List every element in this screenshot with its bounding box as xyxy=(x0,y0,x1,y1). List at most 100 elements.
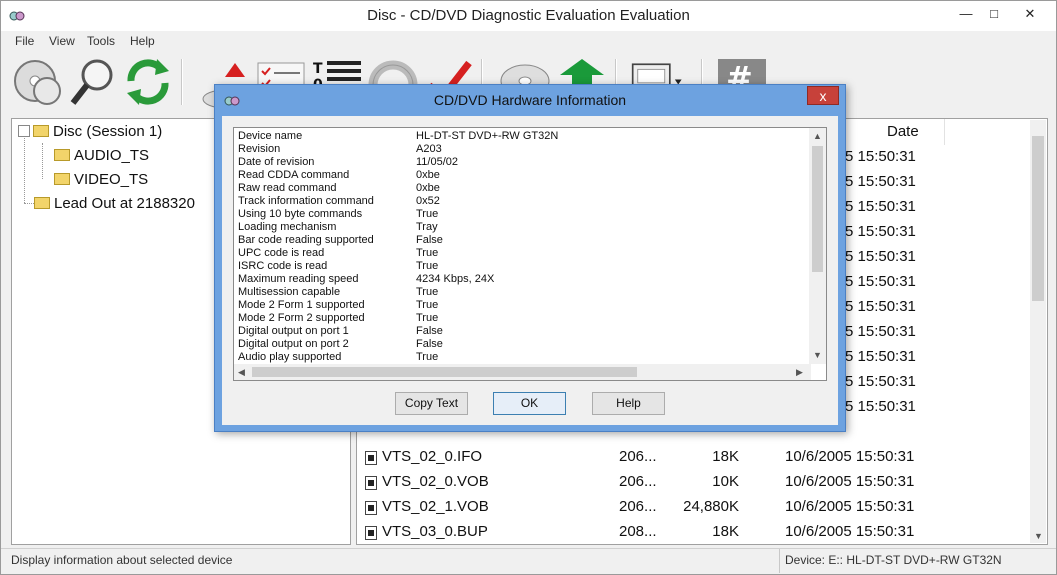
cell-size: 24,880K xyxy=(683,498,739,515)
ok-button[interactable]: OK xyxy=(493,392,566,415)
info-row: UPC code is read True xyxy=(234,247,809,260)
vertical-scrollbar[interactable]: ▼ xyxy=(1030,120,1046,543)
info-value: False xyxy=(416,325,443,337)
info-value: True xyxy=(416,299,439,311)
hardware-info-list[interactable]: Device name HL-DT-ST DVD+-RW GT32N Revisio… xyxy=(233,127,827,381)
info-key: Raw read command xyxy=(238,182,337,194)
cell-name: VTS_02_0.IFO xyxy=(382,448,483,465)
info-horizontal-scrollbar[interactable]: ◀ ▶ xyxy=(234,364,811,380)
scrollbar-thumb[interactable] xyxy=(812,146,823,272)
close-button[interactable]: ✕ xyxy=(1007,1,1053,29)
scroll-down-icon[interactable]: ▼ xyxy=(1034,531,1043,541)
refresh-icon[interactable] xyxy=(121,55,175,109)
info-key: Mode 2 Form 2 supported xyxy=(238,312,365,324)
info-key: Using 10 byte commands xyxy=(238,208,363,220)
cell-date: 10/6/2005 15:50:31 xyxy=(785,523,915,540)
title-bar: Disc - CD/DVD Diagnostic Evaluation Eval… xyxy=(1,1,1056,31)
cell-date: 10/6/2005 15:50:31 xyxy=(785,448,915,465)
info-key: Date of revision xyxy=(238,156,315,168)
disc-info-icon[interactable] xyxy=(11,55,65,109)
tree-node-label: Disc (Session 1) xyxy=(53,123,163,140)
window-title: Disc - CD/DVD Diagnostic Evaluation Eval… xyxy=(367,7,690,24)
info-row: Track information command 0x52 xyxy=(234,195,809,208)
date-cell: 5 15:50:31 xyxy=(845,373,916,390)
info-key: ISRC code is read xyxy=(238,260,328,272)
info-key: Mode 2 Form 1 supported xyxy=(238,299,365,311)
cell-date: 10/6/2005 15:50:31 xyxy=(785,473,915,490)
cell-start: 208... xyxy=(619,523,657,540)
maximize-button[interactable]: □ xyxy=(979,1,1009,29)
file-icon xyxy=(365,476,377,490)
date-cell: 5 15:50:31 xyxy=(845,323,916,340)
menu-help[interactable]: Help xyxy=(130,34,155,48)
info-value: True xyxy=(416,312,439,324)
status-message: Display information about selected devic… xyxy=(11,553,233,567)
info-key: Revision xyxy=(238,143,281,155)
table-row[interactable]: VTS_02_0.IFO 206... 18K 10/6/2005 15:50:31 xyxy=(357,445,1027,470)
info-key: Digital output on port 2 xyxy=(238,338,349,350)
info-row: Raw read command 0xbe xyxy=(234,182,809,195)
help-button[interactable]: Help xyxy=(592,392,665,415)
info-value: True xyxy=(416,351,439,363)
tree-connector xyxy=(24,203,34,204)
tree-node-label: AUDIO_TS xyxy=(74,147,150,164)
dialog-title-bar: CD/DVD Hardware Information x xyxy=(215,85,845,115)
menu-file[interactable]: File xyxy=(15,34,34,48)
collapse-icon[interactable] xyxy=(18,125,30,137)
tree-node-lead-out[interactable]: Lead Out at 2188320 xyxy=(34,195,195,212)
file-icon xyxy=(365,501,377,515)
date-cell: 5 15:50:31 xyxy=(845,148,916,165)
scroll-right-icon[interactable]: ▶ xyxy=(796,367,803,378)
info-vertical-scrollbar[interactable]: ▲ ▼ xyxy=(809,128,826,364)
scroll-left-icon[interactable]: ◀ xyxy=(238,367,245,378)
date-cell: 5 15:50:31 xyxy=(845,298,916,315)
scrollbar-thumb[interactable] xyxy=(252,367,637,377)
cell-start: 206... xyxy=(619,498,657,515)
info-value: A203 xyxy=(416,143,442,155)
table-row[interactable]: VTS_02_1.VOB 206... 24,880K 10/6/2005 15:50… xyxy=(357,495,1027,520)
date-cell: 5 15:50:31 xyxy=(845,398,916,415)
tree-node-video-ts[interactable]: VIDEO_TS xyxy=(54,171,148,188)
info-value: 4234 Kbps, 24X xyxy=(416,273,495,285)
minimize-button[interactable]: — xyxy=(951,1,981,29)
dialog-close-button[interactable]: x xyxy=(807,86,839,105)
menu-tools[interactable]: Tools xyxy=(87,34,115,48)
tree-node-disc[interactable]: Disc (Session 1) xyxy=(18,123,162,140)
info-value: True xyxy=(416,260,439,272)
cell-start: 206... xyxy=(619,448,657,465)
scroll-down-icon[interactable]: ▼ xyxy=(813,350,822,360)
info-key: Maximum reading speed xyxy=(238,273,359,285)
folder-icon xyxy=(54,173,70,185)
scrollbar-thumb[interactable] xyxy=(1032,136,1044,301)
date-cell: 5 15:50:31 xyxy=(845,223,916,240)
toolbar-separator xyxy=(181,59,183,105)
magnifier-icon[interactable] xyxy=(67,55,121,109)
copy-text-button[interactable]: Copy Text xyxy=(395,392,468,415)
tree-node-audio-ts[interactable]: AUDIO_TS xyxy=(54,147,149,164)
info-row: Multisession capable True xyxy=(234,286,809,299)
info-row: Revision A203 xyxy=(234,143,809,156)
status-bar: Display information about selected devic… xyxy=(1,548,1056,574)
dialog-body: Device name HL-DT-ST DVD+-RW GT32N Revisio… xyxy=(222,116,838,425)
cell-name: VTS_03_0.BUP xyxy=(382,523,488,540)
table-row[interactable]: VTS_03_0.BUP 208... 18K 10/6/2005 15:50:31 xyxy=(357,520,1027,544)
info-key: Digital output on port 1 xyxy=(238,325,349,337)
date-cell: 5 15:50:31 xyxy=(845,173,916,190)
info-value: 0xbe xyxy=(416,169,440,181)
info-row: ISRC code is read True xyxy=(234,260,809,273)
info-value: True xyxy=(416,208,439,220)
info-row: Using 10 byte commands True xyxy=(234,208,809,221)
folder-icon xyxy=(33,125,49,137)
folder-icon xyxy=(54,149,70,161)
cell-size: 10K xyxy=(712,473,739,490)
info-key: Audio play supported xyxy=(238,351,342,363)
info-key: Loading mechanism xyxy=(238,221,337,233)
cell-size: 18K xyxy=(712,448,739,465)
scroll-up-icon[interactable]: ▲ xyxy=(813,131,822,141)
info-value: 0xbe xyxy=(416,182,440,194)
info-row: Bar code reading supported False xyxy=(234,234,809,247)
column-header-date[interactable]: Date xyxy=(845,119,945,145)
menu-view[interactable]: View xyxy=(49,34,75,48)
table-row[interactable]: VTS_02_0.VOB 206... 10K 10/6/2005 15:50:31 xyxy=(357,470,1027,495)
info-row: Date of revision 11/05/02 xyxy=(234,156,809,169)
